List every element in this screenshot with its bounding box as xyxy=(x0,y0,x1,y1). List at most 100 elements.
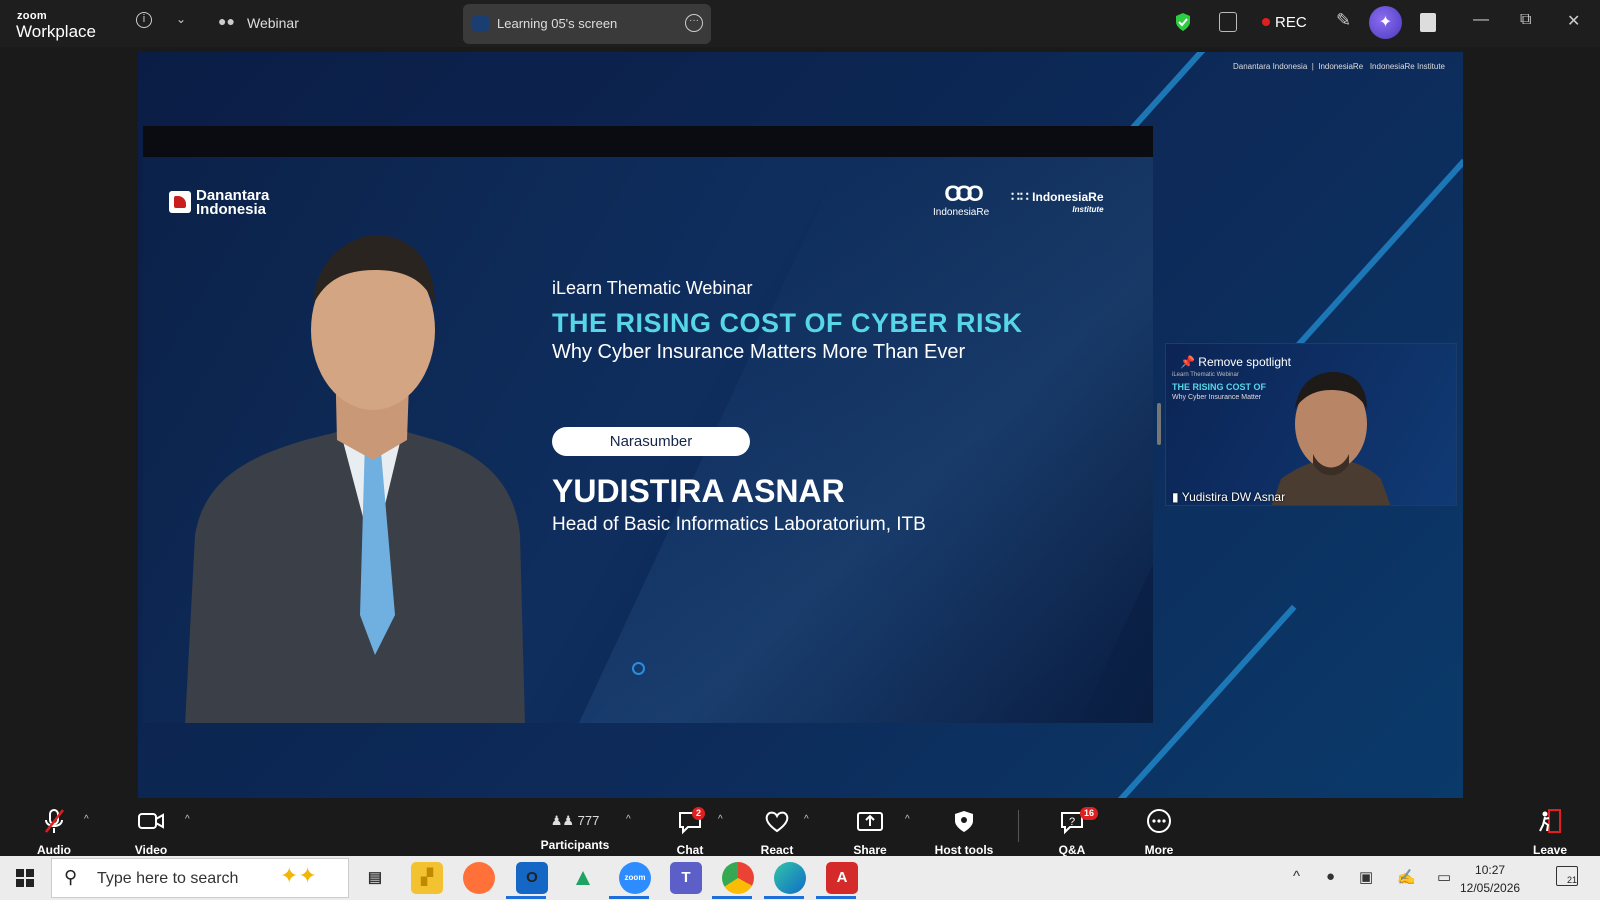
task-view-icon[interactable]: ▤ xyxy=(359,862,391,894)
chat-button[interactable]: Chat xyxy=(670,798,710,857)
participant-name-tag: ▮ Yudistira DW Asnar xyxy=(1172,490,1285,504)
acrobat-icon[interactable]: A xyxy=(826,862,858,894)
share-caret-icon[interactable]: ^ xyxy=(905,814,910,825)
microphone-tray-icon[interactable]: ● xyxy=(1326,868,1335,885)
speaker-role-pill: Narasumber xyxy=(552,427,750,456)
chrome-active-indicator xyxy=(712,896,752,899)
remove-spotlight-label: Remove spotlight xyxy=(1198,355,1291,369)
screen-share-tab[interactable]: Learning 05's screen ··· xyxy=(463,4,711,44)
participants-button[interactable]: ♟♟ 777 Participants xyxy=(538,798,612,856)
clock-time: 10:27 xyxy=(1475,863,1506,877)
outlook-active-indicator xyxy=(506,896,546,899)
share-label: Share xyxy=(853,843,887,857)
ai-companion-icon[interactable]: ✦ xyxy=(1369,6,1402,39)
chevron-down-icon[interactable]: ⌄ xyxy=(176,12,186,26)
system-clock[interactable]: 10:27 12/05/2026 xyxy=(1460,861,1520,897)
edge-icon[interactable] xyxy=(774,862,806,894)
keyboard-tray-icon[interactable]: ▭ xyxy=(1437,868,1451,886)
clock-date: 12/05/2026 xyxy=(1460,881,1521,895)
notification-count: 21 xyxy=(1566,875,1577,885)
pointer-ring-icon xyxy=(632,662,645,675)
chat-label: Chat xyxy=(676,843,704,857)
zoom-title-bar: zoom Workplace i ⌄ ●● Webinar Learning 0… xyxy=(0,0,1600,47)
display-tray-icon[interactable]: ▣ xyxy=(1359,868,1373,886)
annotate-pen-icon[interactable]: ✎ xyxy=(1336,10,1351,31)
spotlight-video-thumbnail[interactable]: iLearn Thematic Webinar THE RISING COST … xyxy=(1165,343,1457,506)
participant-name: Yudistira DW Asnar xyxy=(1181,490,1286,504)
header-logo-danantara: Danantara Indonesia xyxy=(1232,62,1308,71)
zoom-app-icon[interactable]: zoom xyxy=(619,862,651,894)
indonesiare-institute-logo: ∷∷ IndonesiaRe Institute xyxy=(1011,188,1104,214)
slide-content: Danantara Indonesia OOO IndonesiaRe ∷∷ I… xyxy=(143,157,1153,723)
speaker-position: Head of Basic Informatics Laboratorium, … xyxy=(552,514,926,535)
teams-icon[interactable]: T xyxy=(670,862,702,894)
pen-tray-icon[interactable]: ✍ xyxy=(1397,868,1416,886)
thumb-slide-title: THE RISING COST OF xyxy=(1172,382,1267,392)
audio-options-caret-icon[interactable]: ^ xyxy=(84,814,89,825)
more-options-icon[interactable]: ··· xyxy=(685,14,703,32)
google-drive-icon[interactable]: ▲ xyxy=(567,862,599,894)
zoom-logo-bottom: Workplace xyxy=(16,22,96,41)
chat-unread-badge: 2 xyxy=(692,807,706,820)
notes-icon[interactable] xyxy=(1219,12,1237,32)
webinar-icon: ●● xyxy=(218,13,235,29)
speaker-photo xyxy=(185,235,525,723)
presentation-slide: Danantara Indonesia OOO IndonesiaRe ∷∷ I… xyxy=(143,126,1153,723)
video-label: Video xyxy=(134,843,168,857)
recording-dot-icon xyxy=(1262,18,1270,26)
outlook-icon[interactable]: O xyxy=(516,862,548,894)
zoom-active-indicator xyxy=(609,896,649,899)
file-explorer-icon[interactable]: ▞ xyxy=(411,862,443,894)
video-options-caret-icon[interactable]: ^ xyxy=(185,814,190,825)
more-button[interactable]: More xyxy=(1139,798,1179,857)
acrobat-active-indicator xyxy=(816,896,856,899)
host-tools-label: Host tools xyxy=(934,843,994,857)
participants-caret-icon[interactable]: ^ xyxy=(626,814,631,825)
danantara-logo-text: Danantara Indonesia xyxy=(196,187,270,218)
participants-label: Participants xyxy=(540,838,610,852)
participants-count: 777 xyxy=(577,813,600,828)
info-icon[interactable]: i xyxy=(136,12,152,28)
more-label: More xyxy=(1144,843,1174,857)
participant-video xyxy=(1271,372,1391,505)
remove-spotlight-button[interactable]: 📌 Remove spotlight xyxy=(1180,355,1291,369)
security-shield-icon[interactable] xyxy=(1175,12,1191,32)
windows-start-icon[interactable] xyxy=(16,869,34,887)
thumb-slide-kicker: iLearn Thematic Webinar xyxy=(1172,372,1239,378)
danantara-logo-mark xyxy=(169,191,191,213)
panel-resize-handle[interactable] xyxy=(1157,403,1161,445)
react-caret-icon[interactable]: ^ xyxy=(804,814,809,825)
search-highlight-icon: ✦✦ xyxy=(280,863,317,888)
taskbar-search-box[interactable]: ⚲ Type here to search ✦✦ xyxy=(51,858,349,898)
participants-icon: ♟♟ 777 xyxy=(550,813,600,828)
screen-thumbnail-icon xyxy=(472,16,489,31)
webinar-kicker: iLearn Thematic Webinar xyxy=(552,278,753,298)
host-tools-button[interactable]: Host tools xyxy=(932,798,996,857)
grid-dots-icon: ∷∷ xyxy=(1011,188,1029,204)
recording-label[interactable]: REC xyxy=(1275,14,1307,31)
share-screen-icon xyxy=(857,812,883,831)
indonesiare-mark-icon: OOO xyxy=(944,181,983,206)
more-dots-icon xyxy=(1147,809,1171,833)
restore-icon[interactable]: ⧉ xyxy=(1520,11,1531,29)
tray-expand-icon[interactable]: ^ xyxy=(1293,868,1300,885)
leave-label: Leave xyxy=(1532,843,1568,857)
search-placeholder: Type here to search xyxy=(97,870,239,887)
audio-label: Audio xyxy=(37,843,71,857)
share-button[interactable]: Share xyxy=(850,798,890,857)
leave-button[interactable]: Leave xyxy=(1530,798,1570,857)
minimize-icon[interactable]: — xyxy=(1473,11,1489,29)
chrome-icon[interactable] xyxy=(722,862,754,894)
qa-label: Q&A xyxy=(1058,843,1086,857)
react-button[interactable]: React xyxy=(757,798,797,857)
audio-button[interactable]: Audio xyxy=(30,798,78,857)
video-button[interactable]: Video xyxy=(128,798,174,857)
firefox-icon[interactable] xyxy=(463,862,495,894)
thumb-slide-subtitle: Why Cyber Insurance Matter xyxy=(1172,394,1262,401)
controls-divider xyxy=(1018,810,1019,842)
chat-caret-icon[interactable]: ^ xyxy=(718,814,723,825)
slide-title: THE RISING COST OF CYBER RISK xyxy=(552,308,1023,338)
close-icon[interactable]: ✕ xyxy=(1567,11,1580,31)
notification-center-icon[interactable]: 21 xyxy=(1556,866,1578,886)
side-panel-icon[interactable] xyxy=(1420,13,1436,32)
